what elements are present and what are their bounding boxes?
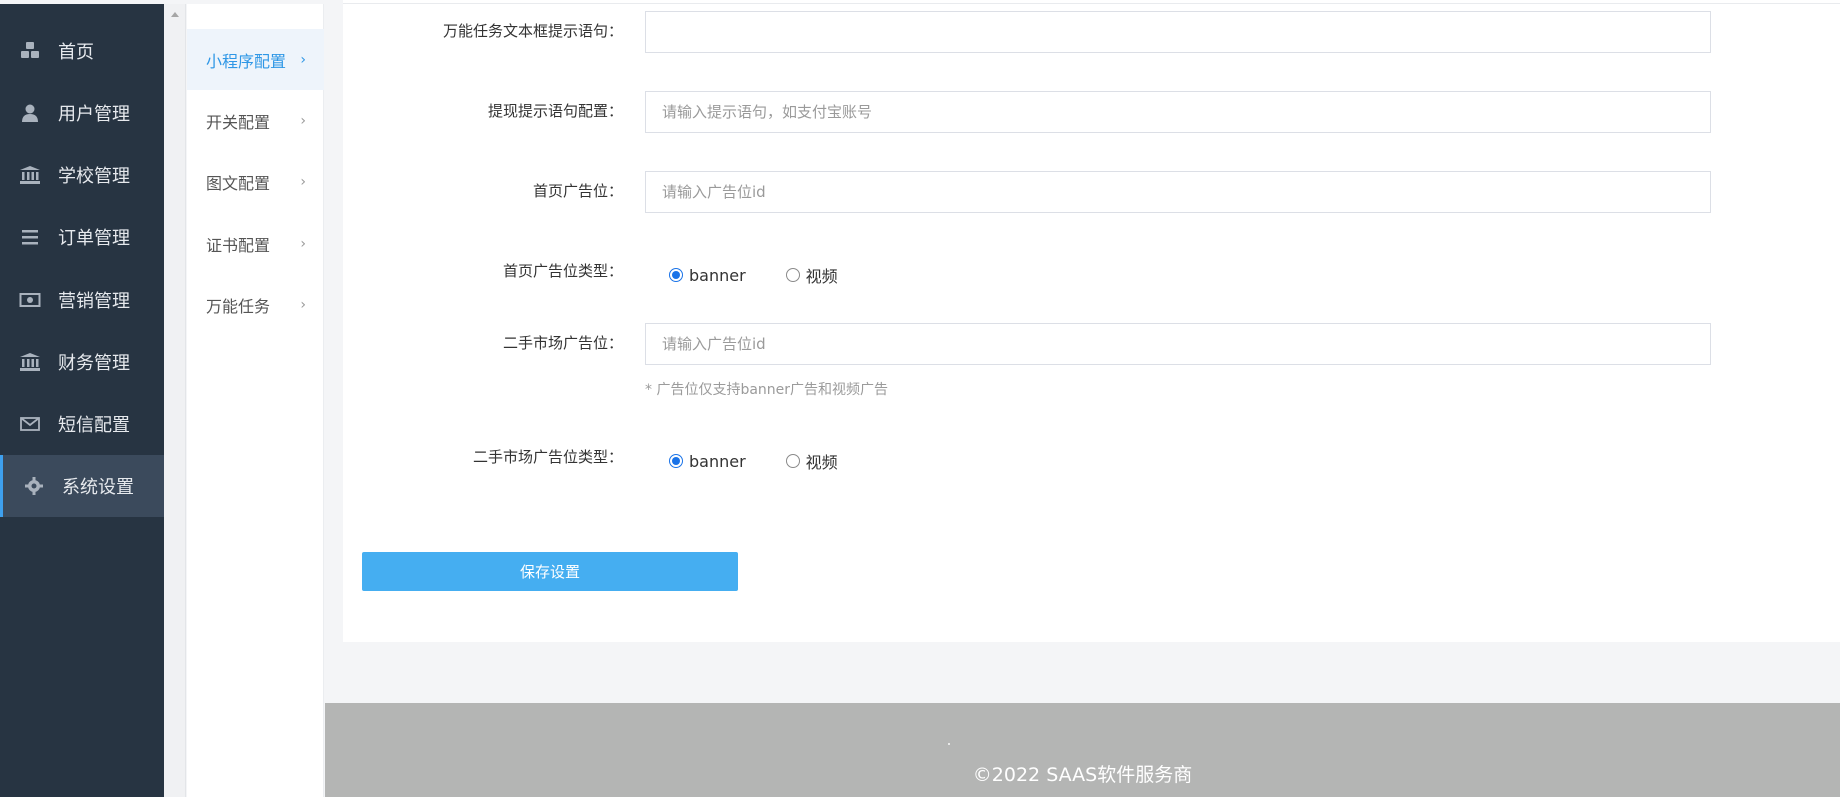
- home-ad-type-radio-group: banner 视频: [669, 263, 878, 287]
- envelope-icon: [18, 414, 42, 434]
- market-ad-type-radio-group: banner 视频: [669, 449, 878, 473]
- submenu-item-miniprogram[interactable]: 小程序配置 ›: [187, 29, 324, 90]
- home-ad-type-label: 首页广告位类型：: [502, 262, 623, 280]
- task-prompt-label: 万能任务文本框提示语句：: [442, 22, 623, 40]
- institution-icon: [18, 352, 42, 372]
- money-icon: [18, 290, 42, 310]
- sidebar-item-label: 财务管理: [58, 353, 130, 374]
- submenu-item-label: 小程序配置: [206, 51, 287, 71]
- market-ad-hint: * 广告位仅支持banner广告和视频广告: [645, 382, 889, 398]
- sidebar-item-schools[interactable]: 学校管理: [0, 144, 164, 206]
- sidebar-item-users[interactable]: 用户管理: [0, 82, 164, 144]
- radio-checked-icon[interactable]: [669, 454, 683, 468]
- scroll-up-icon[interactable]: [171, 12, 179, 17]
- radio-unchecked-icon[interactable]: [785, 268, 800, 282]
- sidebar-item-label: 短信配置: [58, 415, 130, 436]
- sidebar-scrollbar[interactable]: [164, 4, 186, 797]
- task-prompt-input[interactable]: [645, 11, 1711, 53]
- market-ad-label: 二手市场广告位：: [502, 334, 623, 352]
- institution-icon: [18, 165, 42, 185]
- sidebar-item-finance[interactable]: 财务管理: [0, 331, 164, 393]
- market-ad-input[interactable]: [645, 323, 1711, 365]
- radio-label: banner: [689, 451, 746, 471]
- radio-label: banner: [689, 265, 746, 285]
- sidebar-item-label: 订单管理: [58, 228, 130, 249]
- sidebar-item-label: 系统设置: [62, 477, 134, 498]
- page-footer: ©2022 SAAS软件服务商: [325, 703, 1840, 797]
- settings-form-panel: 万能任务文本框提示语句： 提现提示语句配置： 首页广告位： 首页广告位类型： b…: [343, 4, 1840, 642]
- sidebar-item-orders[interactable]: 订单管理: [0, 206, 164, 268]
- market-ad-type-label: 二手市场广告位类型：: [472, 448, 623, 466]
- radio-checked-icon[interactable]: [669, 268, 683, 282]
- footer-dot: [948, 743, 950, 745]
- submenu-item-label: 图文配置: [206, 173, 271, 193]
- radio-unchecked-icon[interactable]: [785, 454, 800, 468]
- home-ad-type-banner-radio[interactable]: banner: [669, 266, 746, 285]
- radio-label: 视频: [805, 267, 838, 286]
- chevron-right-icon: ›: [300, 112, 306, 129]
- submenu-item-label: 证书配置: [206, 235, 271, 255]
- sidebar-item-label: 学校管理: [58, 166, 130, 187]
- cubes-icon: [18, 41, 42, 61]
- withdraw-prompt-label: 提现提示语句配置：: [487, 102, 623, 120]
- chevron-right-icon: ›: [300, 235, 306, 252]
- withdraw-prompt-input[interactable]: [645, 91, 1711, 133]
- home-ad-input[interactable]: [645, 171, 1711, 213]
- submenu-item-label: 万能任务: [206, 296, 271, 316]
- sidebar-item-marketing[interactable]: 营销管理: [0, 269, 164, 331]
- chevron-right-icon: ›: [300, 51, 306, 68]
- footer-copyright: ©2022 SAAS软件服务商: [972, 764, 1193, 786]
- submenu-item-graphics[interactable]: 图文配置 ›: [187, 151, 324, 212]
- chevron-right-icon: ›: [300, 296, 306, 313]
- market-ad-type-video-radio[interactable]: 视频: [785, 449, 838, 473]
- sidebar-item-settings[interactable]: 系统设置: [0, 455, 164, 517]
- sidebar-item-home[interactable]: 首页: [0, 20, 164, 82]
- home-ad-type-video-radio[interactable]: 视频: [785, 263, 838, 287]
- market-ad-type-banner-radio[interactable]: banner: [669, 452, 746, 471]
- home-ad-label: 首页广告位：: [532, 182, 623, 200]
- submenu-item-switch[interactable]: 开关配置 ›: [187, 90, 324, 151]
- submenu-item-universal-task[interactable]: 万能任务 ›: [187, 274, 324, 335]
- sidebar-item-label: 首页: [58, 42, 94, 63]
- save-settings-button[interactable]: 保存设置: [362, 552, 738, 591]
- user-icon: [18, 103, 42, 123]
- gear-icon: [22, 476, 46, 496]
- submenu-item-label: 开关配置: [206, 112, 271, 132]
- main-sidebar: 首页 用户管理 学校管理 订单管理 营销管理 财务管理 短信配置 系统设置: [0, 4, 164, 797]
- sidebar-item-label: 营销管理: [58, 291, 130, 312]
- chevron-right-icon: ›: [300, 173, 306, 190]
- settings-submenu: 小程序配置 › 开关配置 › 图文配置 › 证书配置 › 万能任务 ›: [187, 4, 324, 797]
- list-icon: [18, 227, 42, 247]
- sidebar-item-label: 用户管理: [58, 104, 130, 125]
- radio-label: 视频: [805, 453, 838, 472]
- sidebar-item-sms[interactable]: 短信配置: [0, 393, 164, 455]
- submenu-item-certificate[interactable]: 证书配置 ›: [187, 213, 324, 274]
